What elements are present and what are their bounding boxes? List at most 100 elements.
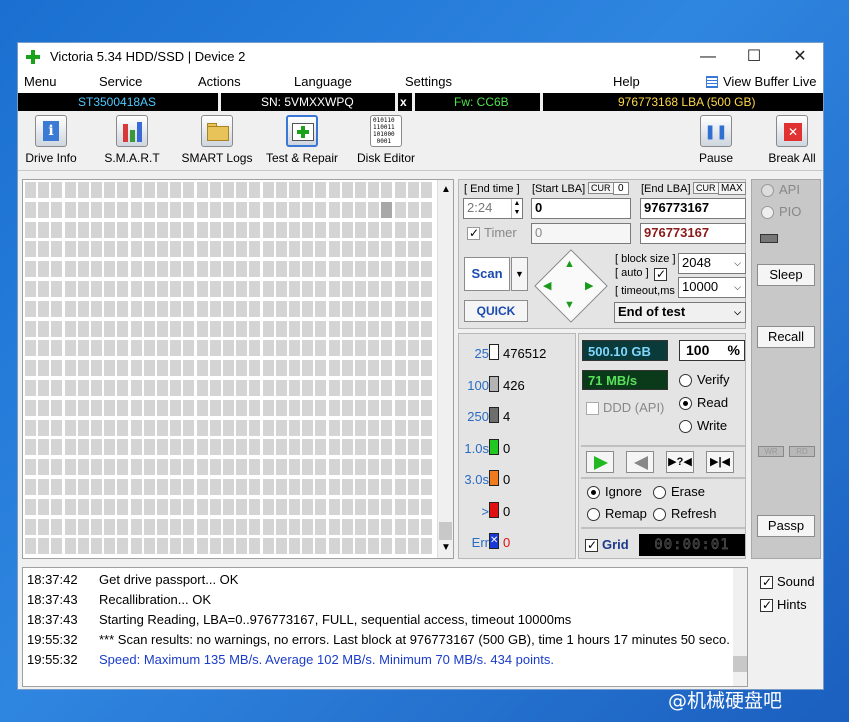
write-radio[interactable] bbox=[679, 420, 692, 433]
stat-color-box[interactable] bbox=[489, 501, 499, 518]
stat-color-box[interactable] bbox=[489, 470, 499, 486]
scan-block bbox=[91, 201, 102, 218]
disk-editor-button[interactable]: 010110 110011 101000 0001 Disk Editor bbox=[356, 115, 416, 165]
smart-button[interactable]: S.M.A.R.T bbox=[102, 115, 162, 165]
verify-radio[interactable] bbox=[679, 374, 692, 387]
passp-button[interactable]: Passp bbox=[757, 515, 815, 537]
scan-block bbox=[236, 479, 248, 495]
scan-block bbox=[170, 459, 182, 476]
sound-checkbox[interactable] bbox=[760, 575, 773, 589]
scan-block bbox=[196, 479, 208, 495]
stat-color-box[interactable] bbox=[489, 375, 499, 392]
write-label: Write bbox=[697, 418, 728, 433]
scroll-down-icon[interactable]: ▼ bbox=[441, 542, 451, 553]
api-radio[interactable] bbox=[761, 184, 774, 197]
minimize-button[interactable]: — bbox=[685, 43, 731, 71]
scan-block bbox=[25, 538, 36, 555]
scan-block bbox=[130, 538, 142, 555]
scan-block bbox=[249, 479, 261, 495]
scan-block bbox=[355, 459, 366, 476]
scan-block bbox=[341, 300, 353, 317]
random-seek-button[interactable]: ▶?◀ bbox=[666, 451, 694, 473]
scroll-up-icon[interactable]: ▲ bbox=[441, 184, 451, 195]
log-scrollbar[interactable] bbox=[733, 568, 747, 686]
end-max-button[interactable]: MAX bbox=[718, 182, 746, 195]
scan-block bbox=[91, 340, 102, 357]
end-time-spinner[interactable]: ▲ ▼ bbox=[511, 199, 522, 218]
scan-block bbox=[249, 340, 261, 357]
block-size-select[interactable]: 2048 ⌵ bbox=[678, 253, 746, 274]
menu-help[interactable]: Help bbox=[613, 74, 640, 89]
close-device-x[interactable]: x bbox=[400, 94, 407, 110]
stat-color-box[interactable] bbox=[489, 344, 499, 360]
arrow-down-icon[interactable]: ▼ bbox=[564, 299, 575, 311]
view-buffer-live[interactable]: View Buffer Live bbox=[723, 74, 816, 89]
ignore-radio[interactable] bbox=[587, 486, 600, 499]
scan-block bbox=[117, 320, 129, 337]
ddd-api-checkbox[interactable] bbox=[586, 402, 599, 415]
play-button[interactable] bbox=[586, 451, 614, 473]
remap-radio[interactable] bbox=[587, 508, 600, 521]
pause-button[interactable]: ❚❚ Pause bbox=[694, 115, 738, 165]
pio-radio[interactable] bbox=[761, 206, 774, 219]
map-scrollbar[interactable]: ▲ ▼ bbox=[437, 180, 453, 558]
erase-label: Erase bbox=[671, 484, 705, 499]
arrow-up-icon[interactable]: ▲ bbox=[564, 258, 575, 270]
drive-info-button[interactable]: i Drive Info bbox=[22, 115, 80, 165]
stat-color-box[interactable] bbox=[489, 438, 499, 455]
timeout-select[interactable]: 10000 ⌵ bbox=[678, 277, 746, 298]
menu-settings[interactable]: Settings bbox=[405, 74, 452, 89]
rewind-button[interactable] bbox=[626, 451, 654, 473]
menu-service[interactable]: Service bbox=[99, 74, 142, 89]
scan-block bbox=[328, 320, 340, 337]
timer-input[interactable]: 0 bbox=[531, 223, 631, 244]
scan-block bbox=[275, 182, 287, 198]
close-button[interactable]: ✕ bbox=[777, 43, 823, 71]
scan-block bbox=[368, 281, 380, 297]
app-cross-icon bbox=[26, 50, 40, 64]
menu-language[interactable]: Language bbox=[294, 74, 352, 89]
test-repair-button[interactable]: Test & Repair bbox=[264, 115, 340, 165]
scan-block bbox=[38, 498, 50, 515]
log-scroll-thumb[interactable] bbox=[733, 656, 747, 672]
scan-block bbox=[289, 340, 300, 357]
scan-block bbox=[104, 300, 116, 317]
stat-color-box[interactable]: ✕ bbox=[489, 533, 499, 549]
timer-checkbox[interactable] bbox=[467, 226, 480, 240]
quick-button[interactable]: QUICK bbox=[464, 300, 528, 322]
recall-button[interactable]: Recall bbox=[757, 326, 815, 348]
maximize-button[interactable]: ☐ bbox=[731, 43, 777, 71]
scroll-thumb[interactable] bbox=[439, 522, 452, 540]
smart-logs-button[interactable]: SMART Logs bbox=[180, 115, 254, 165]
drive-capacity: 976773168 LBA (500 GB) bbox=[618, 95, 756, 109]
end-lba-input[interactable]: 976773167 bbox=[640, 198, 746, 219]
erase-radio[interactable] bbox=[653, 486, 666, 499]
scan-block bbox=[341, 518, 353, 535]
end-cur-button[interactable]: CUR bbox=[693, 182, 719, 194]
scan-block bbox=[381, 518, 393, 535]
break-all-button[interactable]: ✕ Break All bbox=[766, 115, 818, 165]
scan-button[interactable]: Scan bbox=[464, 257, 510, 291]
scan-block bbox=[223, 399, 234, 416]
end-of-test-select[interactable]: End of test ⌵ bbox=[614, 302, 746, 323]
start-cur-button[interactable]: CUR bbox=[588, 182, 614, 194]
menu-menu[interactable]: Menu bbox=[24, 74, 57, 89]
scan-block bbox=[130, 439, 142, 456]
scan-block bbox=[289, 221, 300, 238]
scan-block bbox=[368, 201, 380, 218]
hints-checkbox[interactable] bbox=[760, 598, 773, 612]
auto-checkbox[interactable] bbox=[654, 267, 667, 281]
stat-color-box[interactable] bbox=[489, 407, 499, 423]
menu-actions[interactable]: Actions bbox=[198, 74, 241, 89]
start-lba-input[interactable]: 0 bbox=[531, 198, 631, 219]
scan-block bbox=[315, 241, 327, 258]
scan-dropdown-button[interactable]: ▼ bbox=[511, 257, 528, 291]
sleep-button[interactable]: Sleep bbox=[757, 264, 815, 286]
arrow-left-icon[interactable]: ◀ bbox=[543, 279, 551, 292]
arrow-right-icon[interactable]: ▶ bbox=[585, 279, 593, 292]
grid-checkbox[interactable] bbox=[585, 538, 598, 552]
butterfly-button[interactable]: ▶|◀ bbox=[706, 451, 734, 473]
refresh-radio[interactable] bbox=[653, 508, 666, 521]
read-radio[interactable] bbox=[679, 397, 692, 410]
scan-block bbox=[262, 182, 274, 198]
